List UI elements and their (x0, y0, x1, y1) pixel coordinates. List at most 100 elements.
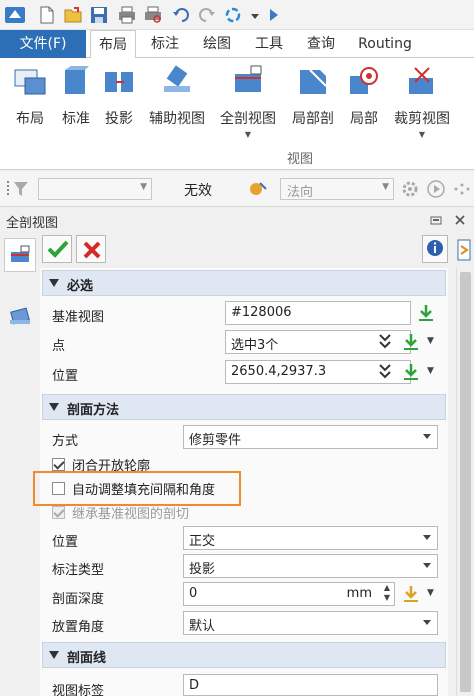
chevron-down-icon[interactable]: ▼ (427, 336, 434, 346)
crop-view-dropdown-icon[interactable]: ▼ (390, 130, 454, 139)
mode-value: 修剪零件 (189, 433, 242, 448)
download-arrow-icon[interactable] (416, 303, 436, 323)
angle-value: 默认 (189, 619, 216, 634)
ok-button[interactable] (42, 235, 72, 263)
base-view-value: #128006 (231, 305, 292, 320)
check-icon (47, 240, 69, 258)
base-view-input[interactable]: #128006 (225, 301, 411, 325)
chevron-down-icon (423, 620, 431, 625)
double-chevron-down-icon[interactable] (377, 332, 393, 352)
direction-combo[interactable]: 法向 ▼ (280, 178, 394, 200)
section-required-header[interactable]: 必选 (42, 270, 446, 296)
spinner-icon[interactable]: ▲ ▼ (384, 583, 390, 603)
double-chevron-down-icon[interactable] (377, 362, 393, 382)
gear-icon[interactable] (400, 179, 420, 199)
panel-title: 全剖视图 (6, 216, 59, 231)
method-position-label: 位置 (52, 535, 79, 550)
status-text: 无效 (184, 183, 212, 199)
point-value: 选中3个 (231, 338, 279, 353)
angle-select[interactable]: 默认 (183, 611, 438, 635)
auxiliary-view-button-label: 辅助视图 (149, 111, 205, 127)
restore-icon[interactable] (430, 214, 442, 226)
panel-scrollbar[interactable] (456, 268, 474, 696)
play-icon[interactable] (426, 179, 446, 199)
chevron-down-icon[interactable]: ▼ (427, 366, 434, 376)
collapse-triangle-icon (49, 403, 59, 411)
depth-input[interactable]: 0 mm ▲ ▼ (183, 582, 395, 606)
tab-draw[interactable]: 绘图 (194, 30, 240, 58)
cancel-button[interactable] (76, 235, 106, 263)
method-position-select[interactable]: 正交 (183, 526, 438, 550)
standard-view-icon (65, 66, 89, 94)
method-position-value: 正交 (189, 534, 216, 549)
chevron-down-icon (423, 563, 431, 568)
view-label-value: D (189, 678, 200, 693)
layout-icon (14, 69, 46, 95)
tab-file[interactable]: 文件(F) (0, 30, 86, 58)
tab-query[interactable]: 查询 (298, 30, 344, 58)
sidebar-tab-section[interactable] (4, 238, 36, 272)
cancel-icon (83, 241, 101, 259)
inherit-section-checkbox[interactable] (52, 506, 65, 519)
panel-sidebar (0, 232, 40, 696)
download-arrow-icon[interactable] (401, 584, 421, 604)
full-section-view-icon (235, 65, 262, 92)
chevron-down-icon (423, 535, 431, 540)
chevron-down-icon: ▼ (140, 182, 147, 192)
tab-tools[interactable]: 工具 (246, 30, 292, 58)
tab-routing[interactable]: Routing (350, 30, 420, 58)
annotation-type-label: 标注类型 (52, 563, 105, 578)
tab-annotate[interactable]: 标注 (142, 30, 188, 58)
close-outline-checkbox[interactable] (52, 458, 65, 471)
pick-icon[interactable] (248, 179, 268, 199)
info-button[interactable] (422, 235, 448, 263)
view-label-input[interactable]: D (183, 674, 438, 696)
undo-icon[interactable] (172, 6, 190, 24)
section-line-header[interactable]: 剖面线 (42, 642, 446, 668)
full-section-view-button-label: 全剖视图 (220, 111, 276, 127)
section-method-header[interactable]: 剖面方法 (42, 394, 446, 420)
download-arrow-icon[interactable] (401, 362, 421, 382)
view-tab-icon[interactable] (8, 306, 32, 328)
filter-combo[interactable]: ▼ (38, 178, 152, 200)
depth-unit: mm (346, 586, 372, 601)
layout-button-label: 布局 (16, 111, 44, 127)
mode-select[interactable]: 修剪零件 (183, 425, 438, 449)
panel-header: 全剖视图 (0, 208, 474, 232)
partial-section-button-label: 局部剖 (292, 111, 334, 127)
angle-label: 放置角度 (52, 620, 105, 635)
pin-icon[interactable] (456, 238, 472, 262)
ribbon-tabs: 文件(F) 布局 标注 绘图 工具 查询 Routing (0, 30, 474, 59)
depth-label: 剖面深度 (52, 592, 105, 607)
app-icon[interactable] (4, 4, 26, 26)
tab-layout[interactable]: 布局 (90, 30, 136, 59)
dropdown-icon[interactable] (250, 6, 260, 24)
scrollbar-thumb[interactable] (460, 272, 471, 692)
refresh-icon[interactable] (224, 6, 242, 24)
close-icon[interactable] (454, 214, 466, 226)
download-arrow-icon[interactable] (401, 332, 421, 352)
annotation-type-select[interactable]: 投影 (183, 554, 438, 578)
chevron-down-icon[interactable]: ▼ (427, 588, 434, 598)
ribbon-group-label: 视图 (286, 152, 313, 167)
save-icon[interactable] (90, 6, 108, 24)
section-line-title: 剖面线 (67, 651, 107, 666)
full-section-view-dropdown-icon[interactable]: ▼ (214, 130, 282, 139)
open-icon[interactable] (64, 6, 82, 24)
collapse-triangle-icon (49, 279, 59, 287)
filter-icon[interactable] (6, 179, 30, 199)
base-view-label: 基准视图 (52, 310, 105, 325)
new-icon[interactable] (38, 6, 56, 24)
more-icon[interactable] (452, 179, 472, 199)
section-required-title: 必选 (67, 279, 94, 294)
run-icon[interactable] (268, 6, 280, 24)
point-label: 点 (52, 339, 66, 354)
redo-icon[interactable] (198, 6, 216, 24)
chevron-down-icon: ▼ (382, 182, 389, 192)
detail-view-icon (350, 67, 378, 94)
direction-combo-value: 法向 (287, 185, 314, 200)
print-icon[interactable] (118, 6, 136, 24)
collapse-triangle-icon (49, 651, 59, 659)
print-preview-icon[interactable] (144, 6, 162, 24)
position-value: 2650.4,2937.3 (231, 364, 327, 379)
